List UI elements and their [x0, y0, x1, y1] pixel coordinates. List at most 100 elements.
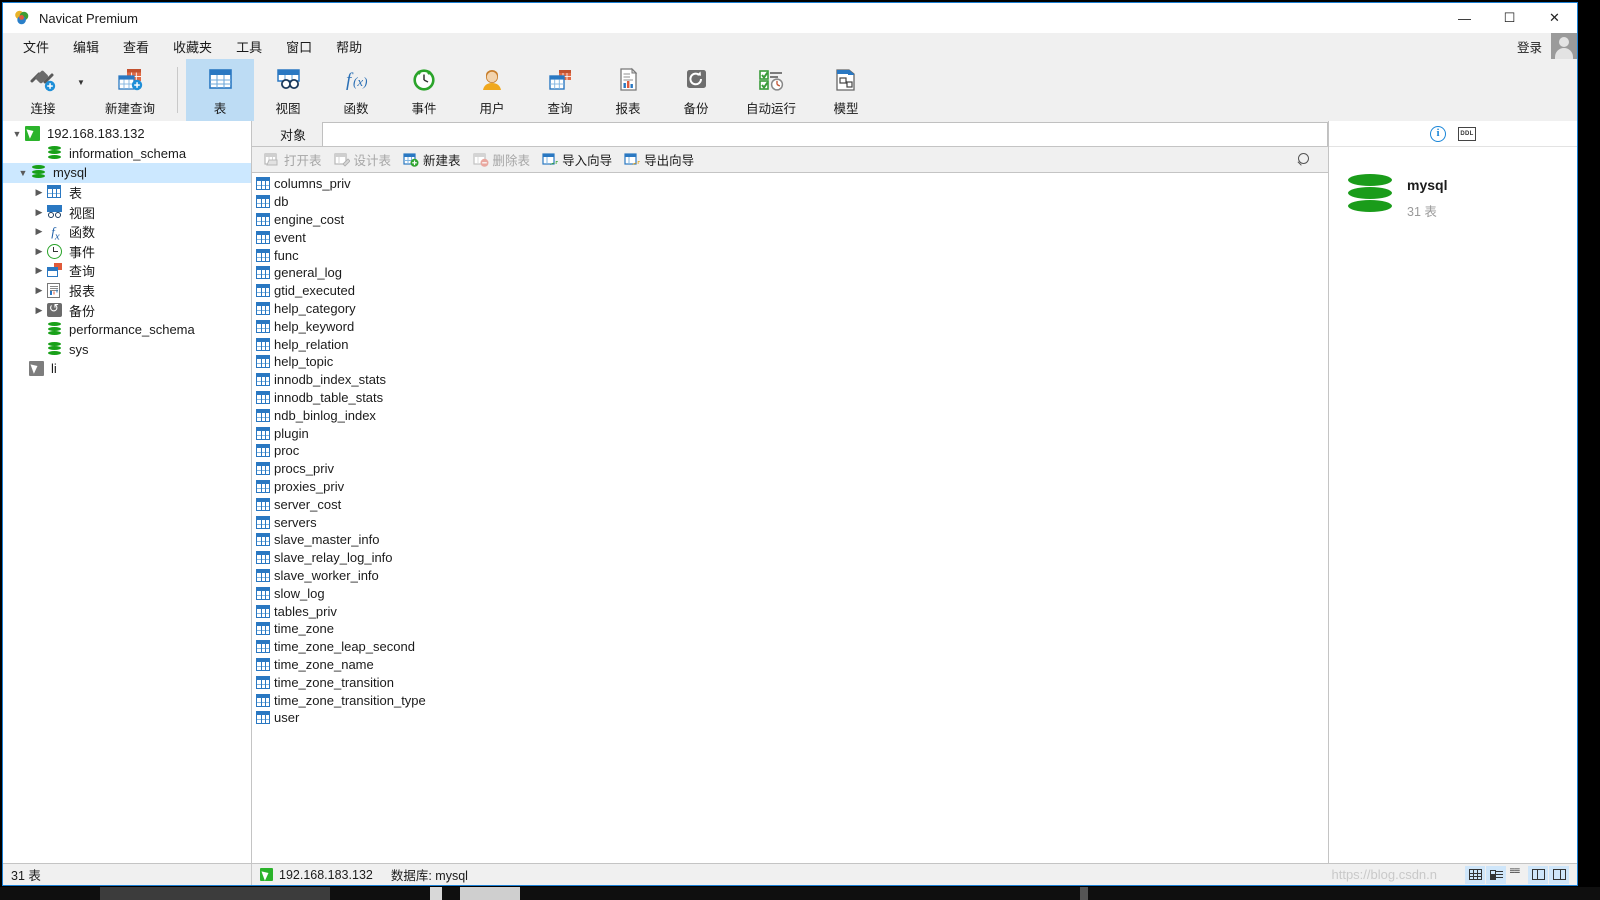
ribbon-query-button[interactable]: 查询 — [526, 59, 594, 121]
chevron-right-icon[interactable]: ▶ — [31, 207, 47, 218]
design-table-button[interactable]: 设计表 — [328, 149, 398, 171]
sidebar-item-views[interactable]: ▶ 视图 — [3, 202, 251, 222]
table-list-item[interactable]: help_relation — [252, 335, 1328, 353]
table-list-item[interactable]: proc — [252, 442, 1328, 460]
table-list-item[interactable]: time_zone_leap_second — [252, 638, 1328, 656]
sidebar-item-connection-host[interactable]: ▼ 192.168.183.132 — [3, 124, 251, 144]
avatar[interactable] — [1551, 33, 1577, 59]
table-list-item[interactable]: columns_priv — [252, 175, 1328, 193]
menu-favorites[interactable]: 收藏夹 — [161, 34, 224, 59]
table-list-item[interactable]: plugin — [252, 424, 1328, 442]
import-wizard-button[interactable]: 导入向导 — [536, 149, 618, 171]
menu-edit[interactable]: 编辑 — [61, 34, 111, 59]
table-list-item[interactable]: func — [252, 246, 1328, 264]
chevron-down-icon[interactable]: ▼ — [73, 59, 89, 121]
table-list-item[interactable]: slave_worker_info — [252, 567, 1328, 585]
ribbon-new-query-button[interactable]: 新建查询 — [89, 59, 171, 121]
ribbon-table-button[interactable]: 表 — [186, 59, 254, 121]
close-button[interactable]: ✕ — [1532, 3, 1577, 33]
table-list-item[interactable]: gtid_executed — [252, 282, 1328, 300]
taskbar-item[interactable] — [1080, 887, 1088, 900]
sidebar-item-sys[interactable]: sys — [3, 340, 251, 360]
chevron-right-icon[interactable]: ▶ — [31, 285, 47, 296]
sidebar-item-performance-schema[interactable]: performance_schema — [3, 320, 251, 340]
chevron-right-icon[interactable]: ▶ — [31, 246, 47, 257]
export-wizard-button[interactable]: 导出向导 — [618, 149, 700, 171]
sidebar-item-backups[interactable]: ▶ 备份 — [3, 300, 251, 320]
table-list-item[interactable]: servers — [252, 513, 1328, 531]
sidebar-item-events[interactable]: ▶ 事件 — [3, 242, 251, 262]
info-icon[interactable]: i — [1430, 125, 1446, 142]
ribbon-backup-button[interactable]: 备份 — [662, 59, 730, 121]
minimize-button[interactable]: — — [1442, 3, 1487, 33]
chevron-right-icon[interactable]: ▶ — [31, 226, 47, 237]
table-list-item[interactable]: help_keyword — [252, 317, 1328, 335]
sidebar-item-reports[interactable]: ▶ 报表 — [3, 281, 251, 301]
table-list-item[interactable]: procs_priv — [252, 460, 1328, 478]
table-object-list[interactable]: columns_priv db engine_cost event func genera… — [252, 173, 1328, 863]
sidebar-item-queries[interactable]: ▶ 查询 — [3, 261, 251, 281]
taskbar-item[interactable] — [430, 887, 442, 900]
split-horizontal-button[interactable] — [1549, 865, 1569, 884]
ribbon-model-button[interactable]: 模型 — [812, 59, 880, 121]
chevron-right-icon[interactable]: ▶ — [31, 265, 47, 276]
taskbar-item[interactable] — [460, 887, 520, 900]
grid-view-button[interactable] — [1465, 865, 1485, 884]
table-list-item[interactable]: db — [252, 193, 1328, 211]
table-list-item[interactable]: time_zone_transition_type — [252, 691, 1328, 709]
table-list-item[interactable]: time_zone_transition — [252, 673, 1328, 691]
table-list-item[interactable]: server_cost — [252, 495, 1328, 513]
sidebar-item-connection-li[interactable]: li — [3, 359, 251, 379]
sidebar-item-functions[interactable]: ▶ fx 函数 — [3, 222, 251, 243]
table-list-item[interactable]: slow_log — [252, 584, 1328, 602]
new-table-button[interactable]: 新建表 — [397, 149, 467, 171]
table-list-item[interactable]: innodb_index_stats — [252, 371, 1328, 389]
split-vertical-button[interactable] — [1528, 865, 1548, 884]
table-list-item[interactable]: slave_master_info — [252, 531, 1328, 549]
table-list-item[interactable]: proxies_priv — [252, 478, 1328, 496]
chevron-down-icon[interactable]: ▼ — [15, 168, 31, 178]
table-icon — [256, 248, 270, 262]
ribbon-event-button[interactable]: 事件 — [390, 59, 458, 121]
table-list-item[interactable]: event — [252, 228, 1328, 246]
ribbon-report-button[interactable]: 报表 — [594, 59, 662, 121]
table-list-item[interactable]: time_zone_name — [252, 656, 1328, 674]
maximize-button[interactable]: ☐ — [1487, 3, 1532, 33]
menu-help[interactable]: 帮助 — [324, 34, 374, 59]
ribbon-connection-button[interactable]: 连接 — [13, 59, 73, 121]
chevron-right-icon[interactable]: ▶ — [31, 305, 47, 316]
search-icon[interactable] — [1296, 152, 1312, 168]
chevron-right-icon[interactable]: ▶ — [31, 187, 47, 198]
blob-view-button[interactable] — [1507, 866, 1527, 884]
sidebar-item-tables[interactable]: ▶ 表 — [3, 183, 251, 203]
table-list-item[interactable]: innodb_table_stats — [252, 389, 1328, 407]
menu-view[interactable]: 查看 — [111, 34, 161, 59]
ddl-icon[interactable]: DDL — [1458, 126, 1476, 141]
login-link[interactable]: 登录 — [1517, 37, 1551, 56]
table-list-item[interactable]: tables_priv — [252, 602, 1328, 620]
table-list-item[interactable]: engine_cost — [252, 211, 1328, 229]
menu-window[interactable]: 窗口 — [274, 34, 324, 59]
menu-tools[interactable]: 工具 — [224, 34, 274, 59]
table-list-item[interactable]: help_topic — [252, 353, 1328, 371]
ribbon-view-button[interactable]: 视图 — [254, 59, 322, 121]
taskbar-item[interactable] — [100, 887, 330, 900]
table-list-item[interactable]: help_category — [252, 300, 1328, 318]
ribbon-function-button[interactable]: f (x) 函数 — [322, 59, 390, 121]
form-view-button[interactable] — [1486, 865, 1506, 884]
open-table-button[interactable]: 打开表 — [258, 149, 328, 171]
table-list-item[interactable]: slave_relay_log_info — [252, 549, 1328, 567]
sidebar-item-information-schema[interactable]: information_schema — [3, 144, 251, 164]
ribbon-label-table: 表 — [213, 102, 227, 116]
table-list-item[interactable]: user — [252, 709, 1328, 727]
delete-table-button[interactable]: 删除表 — [467, 149, 537, 171]
ribbon-automation-button[interactable]: 自动运行 — [730, 59, 812, 121]
sidebar-item-mysql[interactable]: ▼ mysql — [3, 163, 251, 183]
ribbon-user-button[interactable]: 用户 — [458, 59, 526, 121]
table-list-item[interactable]: ndb_binlog_index — [252, 406, 1328, 424]
chevron-down-icon[interactable]: ▼ — [9, 129, 25, 139]
tab-objects[interactable]: 对象 — [264, 122, 323, 146]
menu-file[interactable]: 文件 — [11, 34, 61, 59]
table-list-item[interactable]: general_log — [252, 264, 1328, 282]
table-list-item[interactable]: time_zone — [252, 620, 1328, 638]
